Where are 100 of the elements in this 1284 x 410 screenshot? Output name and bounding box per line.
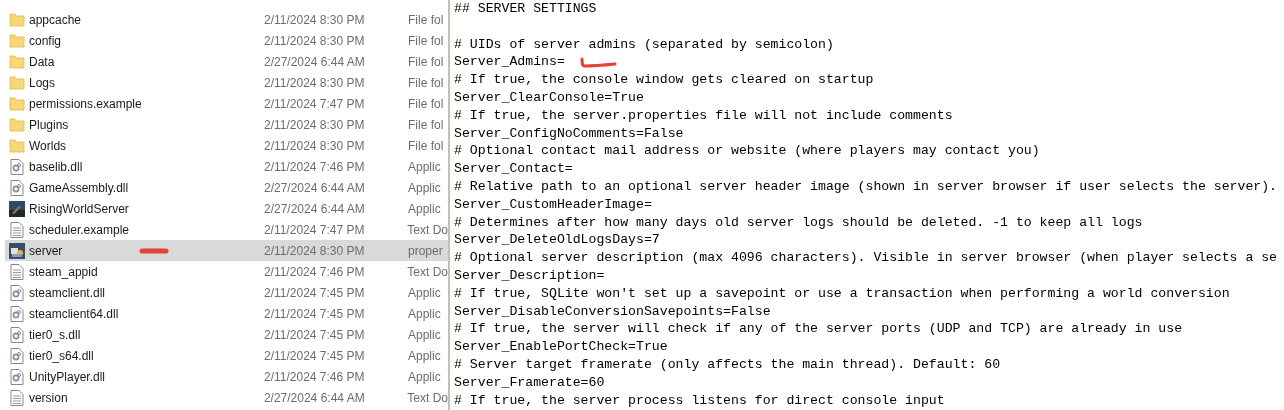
folder-icon <box>9 138 25 153</box>
file-date: 2/11/2024 7:45 PM <box>264 306 366 321</box>
text-line: Server_EnablePortCheck=True <box>454 339 668 355</box>
file-name: RisingWorldServer <box>29 201 129 216</box>
file-date: 2/27/2024 6:44 AM <box>264 180 366 195</box>
file-date: 2/11/2024 8:30 PM <box>264 243 366 258</box>
file-name: server <box>29 243 63 258</box>
text-file-icon <box>9 389 24 406</box>
file-type: File fol <box>408 75 444 90</box>
file-name: steamclient.dll <box>29 285 106 300</box>
file-date: 2/11/2024 8:30 PM <box>264 12 366 27</box>
file-row[interactable]: server 2/11/2024 8:30 PM proper <box>5 240 448 261</box>
file-row[interactable]: baselib.dll 2/11/2024 7:46 PM Applic <box>5 156 448 177</box>
file-date: 2/11/2024 7:47 PM <box>264 96 366 111</box>
file-row[interactable]: config 2/11/2024 8:30 PM File fol <box>5 30 448 51</box>
file-date: 2/11/2024 8:30 PM <box>264 138 366 153</box>
file-name: UnityPlayer.dll <box>29 369 106 384</box>
file-type: File fol <box>408 33 444 48</box>
file-name: GameAssembly.dll <box>29 180 129 195</box>
file-date: 2/11/2024 7:47 PM <box>263 222 366 237</box>
file-type: File fol <box>408 54 444 69</box>
gear-file-icon <box>10 368 24 385</box>
file-date: 2/11/2024 7:46 PM <box>264 159 366 174</box>
text-line: Server_Contact= <box>454 161 573 177</box>
file-name: permissions.example <box>29 96 142 111</box>
file-date: 2/27/2024 6:44 AM <box>263 390 366 405</box>
file-name: tier0_s64.dll <box>29 348 94 363</box>
text-file-icon <box>9 263 24 280</box>
file-name: tier0_s.dll <box>29 327 81 342</box>
file-name: steamclient64.dll <box>29 306 119 321</box>
file-type: Applic <box>408 369 441 384</box>
file-type: File fol <box>408 117 444 132</box>
file-type: Applic <box>408 201 441 216</box>
text-line: # Relative path to an optional server header image (shown in server browser if user selects the server). <box>454 178 1278 194</box>
file-type: Applic <box>408 327 441 342</box>
scribble-mark <box>578 57 618 70</box>
file-date: 2/11/2024 7:45 PM <box>264 327 366 342</box>
text-line: Server_DisableConversionSavepoints=False <box>454 303 771 319</box>
file-row[interactable]: Logs 2/11/2024 8:30 PM File fol <box>5 72 448 93</box>
text-line: # If true, the server process listens for direct console input <box>454 392 945 408</box>
gear-file-icon <box>10 347 24 364</box>
file-row[interactable]: appcache 2/11/2024 8:30 PM File fol <box>5 9 448 30</box>
folder-icon <box>9 12 25 27</box>
file-name: version <box>28 390 68 405</box>
file-row[interactable]: steam_appid 2/11/2024 7:46 PM Text Do <box>5 261 448 282</box>
text-line: Server_Framerate=60 <box>454 374 605 390</box>
file-type: Text Do <box>407 390 448 405</box>
folder-icon <box>9 54 25 69</box>
file-date: 2/11/2024 7:45 PM <box>264 285 366 300</box>
file-row[interactable]: GameAssembly.dll 2/27/2024 6:44 AM Applic <box>5 177 448 198</box>
file-type: Applic <box>408 306 441 321</box>
gear-file-icon <box>10 284 24 301</box>
file-row[interactable]: version 2/27/2024 6:44 AM Text Do <box>5 387 448 408</box>
settings-file-icon <box>9 242 25 259</box>
text-line: ## SERVER SETTINGS <box>454 1 597 16</box>
file-row[interactable]: steamclient.dll 2/11/2024 7:45 PM Applic <box>5 282 448 303</box>
gear-file-icon <box>10 326 24 343</box>
folder-icon <box>9 117 25 132</box>
file-date: 2/11/2024 7:46 PM <box>264 369 366 384</box>
file-row[interactable]: tier0_s64.dll 2/11/2024 7:45 PM Applic <box>5 345 448 366</box>
text-line: # If true, the server.properties file will not include comments <box>454 107 953 123</box>
file-name: appcache <box>29 12 82 27</box>
folder-icon <box>9 33 25 48</box>
text-line: # If true, the server will check if any of the server ports (UDP and TCP) are already in use <box>454 321 1183 337</box>
file-name: Plugins <box>29 117 69 132</box>
text-line: Server_ClearConsole=True <box>454 90 644 105</box>
file-name: Logs <box>29 75 56 90</box>
file-row[interactable]: tier0_s.dll 2/11/2024 7:45 PM Applic <box>5 324 448 345</box>
file-row[interactable]: permissions.example 2/11/2024 7:47 PM File fol <box>5 93 448 114</box>
file-row[interactable]: Data 2/27/2024 6:44 AM File fol <box>5 51 448 72</box>
scribble-mark <box>139 248 169 254</box>
file-row[interactable]: UnityPlayer.dll 2/11/2024 7:46 PM Applic <box>5 366 448 387</box>
text-line: Server_Admins= <box>454 54 565 70</box>
file-type: Text Do <box>407 222 448 237</box>
text-line: # Server target framerate (only affects the main thread). Default: 60 <box>454 356 1001 372</box>
file-name: baselib.dll <box>29 159 83 174</box>
file-type: File fol <box>408 138 444 153</box>
file-row[interactable]: steamclient64.dll 2/11/2024 7:45 PM Applic <box>5 303 448 324</box>
text-line: # Optional server description (max 4096 characters). Visible in server browser (when player selects a se <box>454 250 1278 266</box>
folder-icon <box>9 96 25 111</box>
file-type: File fol <box>408 96 444 111</box>
app-icon <box>9 200 25 217</box>
text-line: Server_Description= <box>454 267 605 283</box>
file-row[interactable]: Worlds 2/11/2024 8:30 PM File fol <box>5 135 448 156</box>
file-type: Applic <box>408 180 441 195</box>
file-type: proper <box>408 243 443 258</box>
file-row[interactable]: Plugins 2/11/2024 8:30 PM File fol <box>5 114 448 135</box>
file-type: Text Do <box>407 264 448 279</box>
text-line: # Determines after how many days old server logs should be deleted. -1 to keep all logs <box>454 214 1143 230</box>
text-file-icon <box>9 221 24 238</box>
file-date: 2/11/2024 7:46 PM <box>263 264 366 279</box>
folder-icon <box>9 75 25 90</box>
file-date: 2/11/2024 8:30 PM <box>264 33 366 48</box>
text-line: # If true, the console window gets cleared on startup <box>454 72 874 88</box>
file-row[interactable]: scheduler.example 2/11/2024 7:47 PM Text Do <box>5 219 448 240</box>
gear-file-icon <box>10 179 24 196</box>
file-name: Data <box>29 54 55 69</box>
file-date: 2/11/2024 8:30 PM <box>264 75 366 90</box>
file-row[interactable]: RisingWorldServer 2/27/2024 6:44 AM Applic <box>5 198 448 219</box>
file-name: scheduler.example <box>28 222 129 237</box>
